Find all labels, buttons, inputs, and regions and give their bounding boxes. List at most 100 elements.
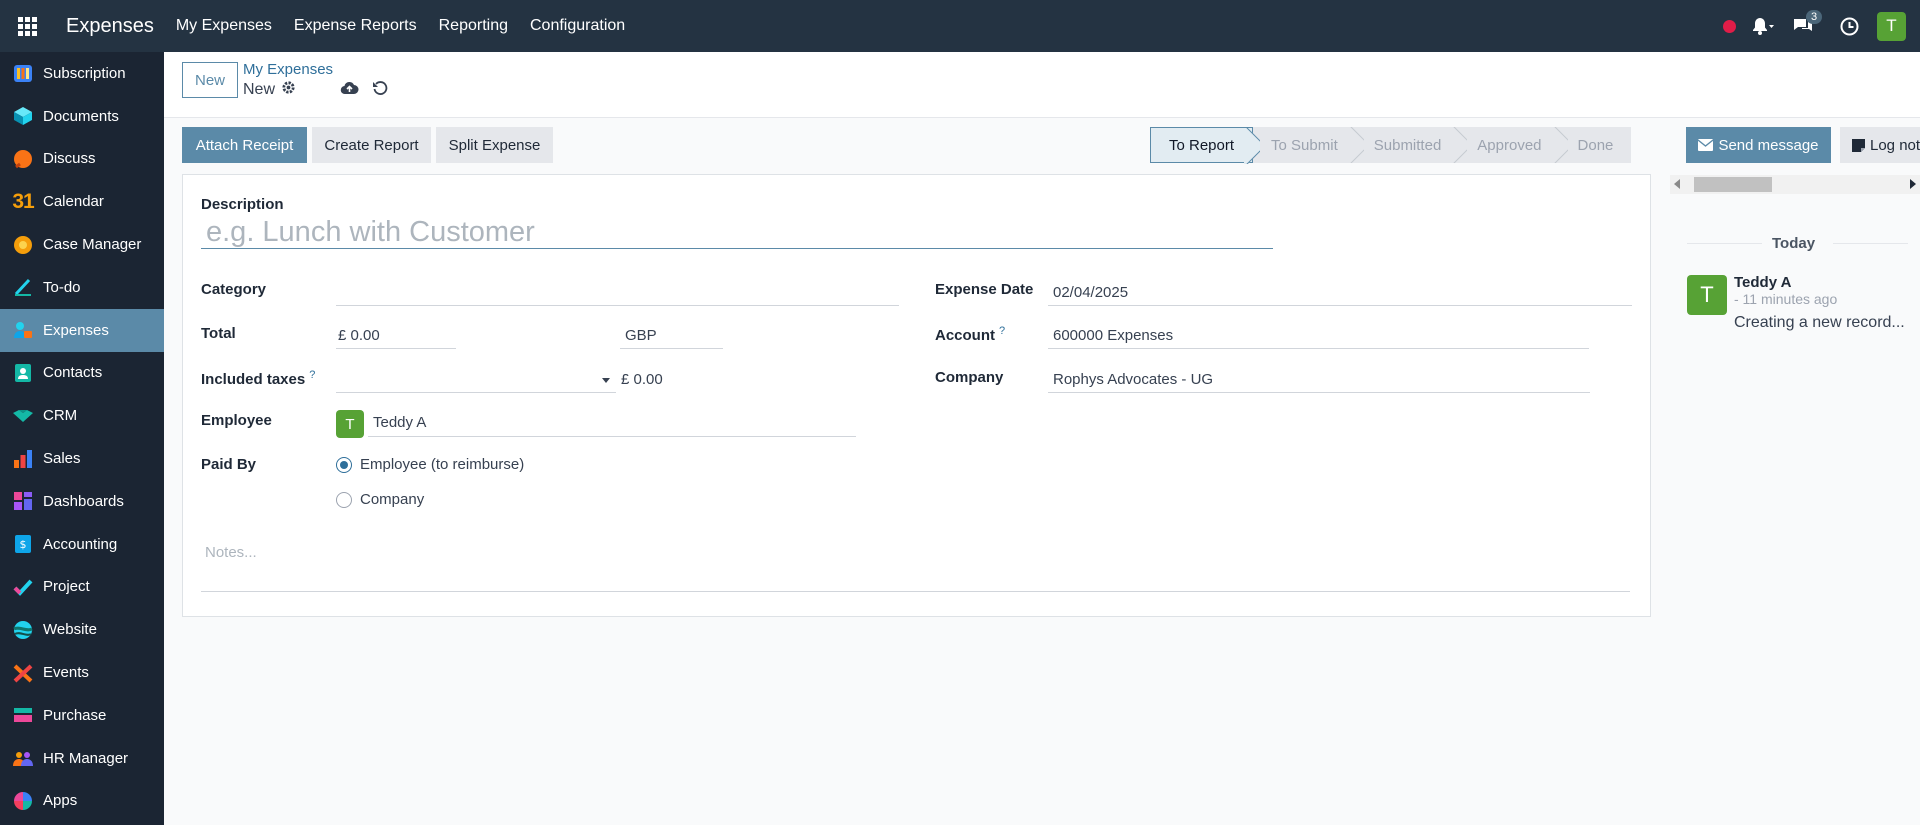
taxes-select[interactable] (336, 392, 616, 393)
employee-input[interactable]: Teddy A (373, 414, 426, 431)
sidebar-item-crm[interactable]: CRM (0, 394, 164, 437)
notifications-bell-icon[interactable] (1752, 17, 1774, 35)
expense-date-input[interactable]: 02/04/2025 (1053, 284, 1128, 301)
scrollbar-thumb[interactable] (1694, 177, 1772, 192)
scroll-left-arrow-icon[interactable] (1674, 179, 1680, 189)
sidebar-item-website[interactable]: Website (0, 608, 164, 651)
currency-select[interactable]: GBP (625, 327, 657, 344)
stage-to-report[interactable]: To Report (1150, 127, 1254, 163)
account-help-icon[interactable]: ? (999, 325, 1005, 337)
menu-my-expenses[interactable]: My Expenses (176, 17, 272, 35)
menu-expense-reports[interactable]: Expense Reports (294, 17, 417, 35)
sidebar-item-contacts[interactable]: Contacts (0, 352, 164, 395)
send-message-button[interactable]: Send message (1686, 127, 1831, 163)
activity-clock-icon[interactable] (1840, 17, 1859, 36)
split-expense-button[interactable]: Split Expense (436, 127, 553, 163)
scroll-right-arrow-icon[interactable] (1910, 179, 1916, 189)
breadcrumb-my-expenses[interactable]: My Expenses (243, 61, 333, 78)
note-icon (1852, 138, 1865, 152)
today-divider-left (1687, 243, 1762, 244)
taxes-dropdown-caret-icon[interactable] (602, 378, 610, 383)
expense-date-underline (1048, 305, 1632, 306)
purchase-icon (11, 703, 35, 727)
gear-icon[interactable] (281, 80, 296, 100)
stage-to-submit[interactable]: To Submit (1253, 127, 1356, 163)
subscription-icon (11, 61, 35, 85)
total-amount-input[interactable]: £ 0.00 (338, 327, 380, 344)
paid-by-company-label[interactable]: Company (360, 491, 424, 508)
message-author[interactable]: Teddy A (1734, 274, 1792, 291)
sidebar-item-label: Accounting (43, 535, 118, 553)
sidebar-item-project[interactable]: Project (0, 566, 164, 609)
svg-text:$: $ (20, 538, 27, 551)
sidebar-item-label: Discuss (43, 150, 96, 168)
sidebar-item-sales[interactable]: Sales (0, 437, 164, 480)
app-brand[interactable]: Expenses (66, 15, 154, 38)
account-label: Account? (935, 325, 1006, 344)
sidebar-item-events[interactable]: Events (0, 651, 164, 694)
paid-by-employee-radio[interactable] (336, 457, 352, 473)
sidebar-item-todo[interactable]: To-do (0, 266, 164, 309)
sidebar-item-label: Events (43, 664, 89, 682)
paid-by-employee-label[interactable]: Employee (to reimburse) (360, 456, 524, 473)
taxes-help-icon[interactable]: ? (309, 369, 315, 381)
sidebar-item-apps[interactable]: Apps (0, 780, 164, 823)
sidebar-item-label: Expenses (43, 321, 109, 339)
recording-indicator-icon[interactable] (1723, 19, 1736, 33)
currency-underline (620, 348, 723, 349)
sidebar-item-discuss[interactable]: Discuss (0, 138, 164, 181)
stage-submitted[interactable]: Submitted (1356, 127, 1460, 163)
sidebar-item-expenses[interactable]: Expenses (0, 308, 164, 352)
account-input[interactable]: 600000 Expenses (1053, 327, 1173, 344)
sidebar-item-label: Calendar (43, 193, 104, 211)
sidebar-item-label: CRM (43, 407, 78, 425)
status-bar: To Report To Submit Submitted Approved D… (1150, 127, 1632, 163)
new-button[interactable]: New (182, 62, 238, 98)
chatter-horizontal-scrollbar[interactable] (1670, 175, 1920, 194)
total-label: Total (201, 325, 236, 342)
chat-messages-icon[interactable]: 3 (1792, 10, 1823, 35)
description-input[interactable]: e.g. Lunch with Customer (201, 215, 1273, 249)
today-divider-right (1833, 243, 1908, 244)
save-cloud-icon[interactable] (340, 80, 359, 101)
paid-by-company-radio[interactable] (336, 492, 352, 508)
sidebar-item-subscription[interactable]: Subscription (0, 52, 164, 95)
attach-receipt-button[interactable]: Attach Receipt (182, 127, 307, 163)
sidebar-item-label: Contacts (43, 364, 103, 382)
message-author-avatar[interactable]: T (1687, 275, 1727, 315)
case-manager-icon (11, 233, 35, 257)
create-report-button[interactable]: Create Report (312, 127, 431, 163)
category-input[interactable] (336, 305, 899, 306)
discard-undo-icon[interactable] (372, 80, 388, 101)
notes-input[interactable]: Notes... (205, 544, 257, 561)
stage-approved[interactable]: Approved (1459, 127, 1559, 163)
sidebar-item-accounting[interactable]: $ Accounting (0, 523, 164, 566)
company-input[interactable]: Rophys Advocates - UG (1053, 371, 1213, 388)
sidebar-item-label: Apps (43, 792, 78, 810)
user-avatar[interactable]: T (1877, 11, 1906, 41)
todo-icon (11, 275, 35, 299)
taxes-amount: £ 0.00 (621, 371, 663, 388)
sidebar-item-label: Dashboards (43, 492, 124, 510)
dashboards-icon (11, 489, 35, 513)
sidebar-item-case-manager[interactable]: Case Manager (0, 223, 164, 266)
menu-configuration[interactable]: Configuration (530, 17, 625, 35)
today-separator: Today (1772, 235, 1816, 252)
sidebar-item-label: Purchase (43, 706, 107, 724)
sidebar-item-hr-manager[interactable]: HR Manager (0, 737, 164, 780)
sidebar-item-dashboards[interactable]: Dashboards (0, 480, 164, 523)
notes-underline (201, 591, 1630, 592)
sidebar-item-purchase[interactable]: Purchase (0, 694, 164, 737)
sidebar-item-documents[interactable]: Documents (0, 95, 164, 138)
stage-done[interactable]: Done (1560, 127, 1632, 163)
menu-reporting[interactable]: Reporting (439, 17, 508, 35)
discuss-icon (11, 147, 35, 171)
apps-icon (11, 789, 35, 813)
sidebar-item-label: Case Manager (43, 236, 142, 254)
log-note-button[interactable]: Log note (1840, 127, 1920, 163)
total-underline (336, 348, 456, 349)
message-timestamp: - 11 minutes ago (1734, 291, 1838, 307)
sidebar-item-calendar[interactable]: 31 Calendar (0, 180, 164, 223)
website-icon (11, 618, 35, 642)
apps-menu-icon[interactable] (0, 0, 54, 52)
